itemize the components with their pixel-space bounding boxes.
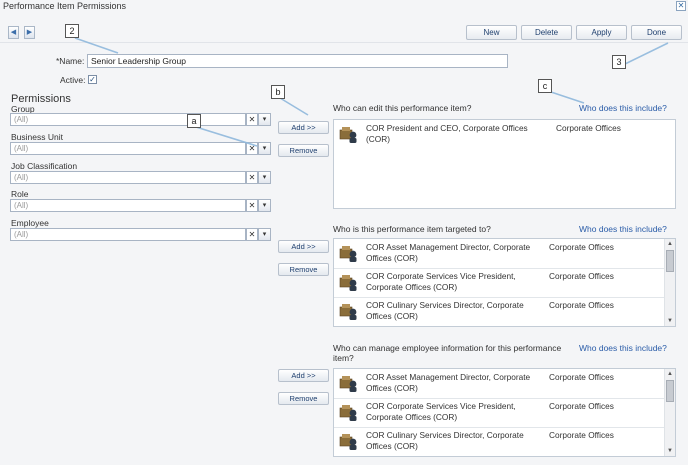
position-icon xyxy=(339,275,357,291)
next-record-button[interactable]: ▶ xyxy=(24,26,35,39)
chevron-down-icon[interactable]: ▾ xyxy=(258,199,271,212)
job-classification-input[interactable]: (All) xyxy=(10,171,246,184)
add-managers-button[interactable]: Add >> xyxy=(278,369,329,382)
position-icon xyxy=(339,405,357,421)
job-classification-combo[interactable]: (All) ✕ ▾ xyxy=(10,171,271,184)
position-icon xyxy=(339,304,357,320)
list-item[interactable]: COR Asset Management Director, Corporate… xyxy=(334,369,666,398)
chevron-down-icon[interactable]: ▾ xyxy=(258,228,271,241)
new-button[interactable]: New xyxy=(466,25,517,40)
employee-combo[interactable]: (All) ✕ ▾ xyxy=(10,228,271,241)
group-combo[interactable]: (All) ✕ ▾ xyxy=(10,113,271,126)
list-item-name: COR Culinary Services Director, Corporat… xyxy=(366,300,524,321)
list-item-location: Corporate Offices xyxy=(549,242,614,252)
list-item-location: Corporate Offices xyxy=(549,372,614,382)
editors-list[interactable]: COR President and CEO, Corporate Offices… xyxy=(333,119,676,209)
managers-section-title: Who can manage employee information for … xyxy=(333,343,562,363)
callout-c: c xyxy=(538,79,552,93)
role-combo[interactable]: (All) ✕ ▾ xyxy=(10,199,271,212)
delete-button[interactable]: Delete xyxy=(521,25,572,40)
filter-label-role: Role xyxy=(11,189,29,199)
scroll-up-icon[interactable]: ▲ xyxy=(666,240,674,248)
filter-label-job-classification: Job Classification xyxy=(11,161,78,171)
targets-include-link[interactable]: Who does this include? xyxy=(579,224,667,234)
list-item[interactable]: COR Culinary Services Director, Corporat… xyxy=(334,427,666,456)
toolbar-divider xyxy=(0,42,688,43)
list-item[interactable]: COR Corporate Services Vice President, C… xyxy=(334,398,666,427)
callout-3: 3 xyxy=(612,55,626,69)
scroll-down-icon[interactable]: ▼ xyxy=(666,447,674,455)
list-item[interactable]: COR President and CEO, Corporate Offices… xyxy=(334,120,666,149)
position-icon xyxy=(339,127,357,143)
chevron-down-icon[interactable]: ▾ xyxy=(258,113,271,126)
active-checkbox[interactable]: ✓ xyxy=(88,75,97,84)
callout-2: 2 xyxy=(65,24,79,38)
prev-record-button[interactable]: ◀ xyxy=(8,26,19,39)
list-item[interactable]: COR Asset Management Director, Corporate… xyxy=(334,239,666,268)
remove-managers-button[interactable]: Remove xyxy=(278,392,329,405)
chevron-right-icon: ▶ xyxy=(26,29,33,36)
clear-icon[interactable]: ✕ xyxy=(246,228,258,241)
add-targets-button[interactable]: Add >> xyxy=(278,240,329,253)
managers-include-link[interactable]: Who does this include? xyxy=(579,343,667,353)
list-item-location: Corporate Offices xyxy=(549,430,614,440)
remove-editors-button[interactable]: Remove xyxy=(278,144,329,157)
list-item-name: COR Asset Management Director, Corporate… xyxy=(366,372,531,393)
clear-icon[interactable]: ✕ xyxy=(246,199,258,212)
list-item-name: COR Corporate Services Vice President, C… xyxy=(366,271,516,292)
name-label: *Name: xyxy=(56,56,85,66)
position-icon xyxy=(339,246,357,262)
position-icon xyxy=(339,434,357,450)
checkmark-icon: ✓ xyxy=(89,75,96,84)
business-unit-combo[interactable]: (All) ✕ ▾ xyxy=(10,142,271,155)
list-item-name: COR President and CEO, Corporate Offices… xyxy=(366,123,528,144)
list-item-name: COR Culinary Services Director, Corporat… xyxy=(366,430,524,451)
list-item-name: COR Corporate Services Vice President, C… xyxy=(366,401,516,422)
list-item-name: COR Asset Management Director, Corporate… xyxy=(366,242,531,263)
done-button[interactable]: Done xyxy=(631,25,682,40)
targets-scrollbar[interactable]: ▲ ▼ xyxy=(664,239,675,326)
list-item-location: Corporate Offices xyxy=(549,300,614,310)
employee-input[interactable]: (All) xyxy=(10,228,246,241)
window-title: Performance Item Permissions xyxy=(3,1,127,11)
clear-icon[interactable]: ✕ xyxy=(246,171,258,184)
list-item-location: Corporate Offices xyxy=(549,271,614,281)
name-field[interactable]: Senior Leadership Group xyxy=(87,54,508,68)
business-unit-input[interactable]: (All) xyxy=(10,142,246,155)
remove-targets-button[interactable]: Remove xyxy=(278,263,329,276)
position-icon xyxy=(339,376,357,392)
close-icon[interactable]: ✕ xyxy=(676,1,686,11)
scroll-up-icon[interactable]: ▲ xyxy=(666,370,674,378)
targets-list[interactable]: COR Asset Management Director, Corporate… xyxy=(333,238,676,327)
targets-section-title: Who is this performance item targeted to… xyxy=(333,224,491,234)
managers-list[interactable]: COR Asset Management Director, Corporate… xyxy=(333,368,676,457)
clear-icon[interactable]: ✕ xyxy=(246,113,258,126)
apply-button[interactable]: Apply xyxy=(576,25,627,40)
scroll-down-icon[interactable]: ▼ xyxy=(666,317,674,325)
filter-label-business-unit: Business Unit xyxy=(11,132,63,142)
clear-icon[interactable]: ✕ xyxy=(246,142,258,155)
editors-section-title: Who can edit this performance item? xyxy=(333,103,472,113)
list-item[interactable]: COR Corporate Services Vice President, C… xyxy=(334,268,666,297)
callout-a: a xyxy=(187,114,201,128)
chevron-left-icon: ◀ xyxy=(10,29,17,36)
active-label: Active: xyxy=(60,75,86,85)
managers-scrollbar[interactable]: ▲ ▼ xyxy=(664,369,675,456)
scroll-thumb[interactable] xyxy=(666,380,674,402)
editors-include-link[interactable]: Who does this include? xyxy=(579,103,667,113)
scroll-thumb[interactable] xyxy=(666,250,674,272)
list-item-location: Corporate Offices xyxy=(549,401,614,411)
list-item[interactable]: COR Culinary Services Director, Corporat… xyxy=(334,297,666,326)
callout-b: b xyxy=(271,85,285,99)
list-item-location: Corporate Offices xyxy=(556,123,621,133)
group-input[interactable]: (All) xyxy=(10,113,246,126)
chevron-down-icon[interactable]: ▾ xyxy=(258,142,271,155)
add-editors-button[interactable]: Add >> xyxy=(278,121,329,134)
role-input[interactable]: (All) xyxy=(10,199,246,212)
chevron-down-icon[interactable]: ▾ xyxy=(258,171,271,184)
filter-label-employee: Employee xyxy=(11,218,49,228)
